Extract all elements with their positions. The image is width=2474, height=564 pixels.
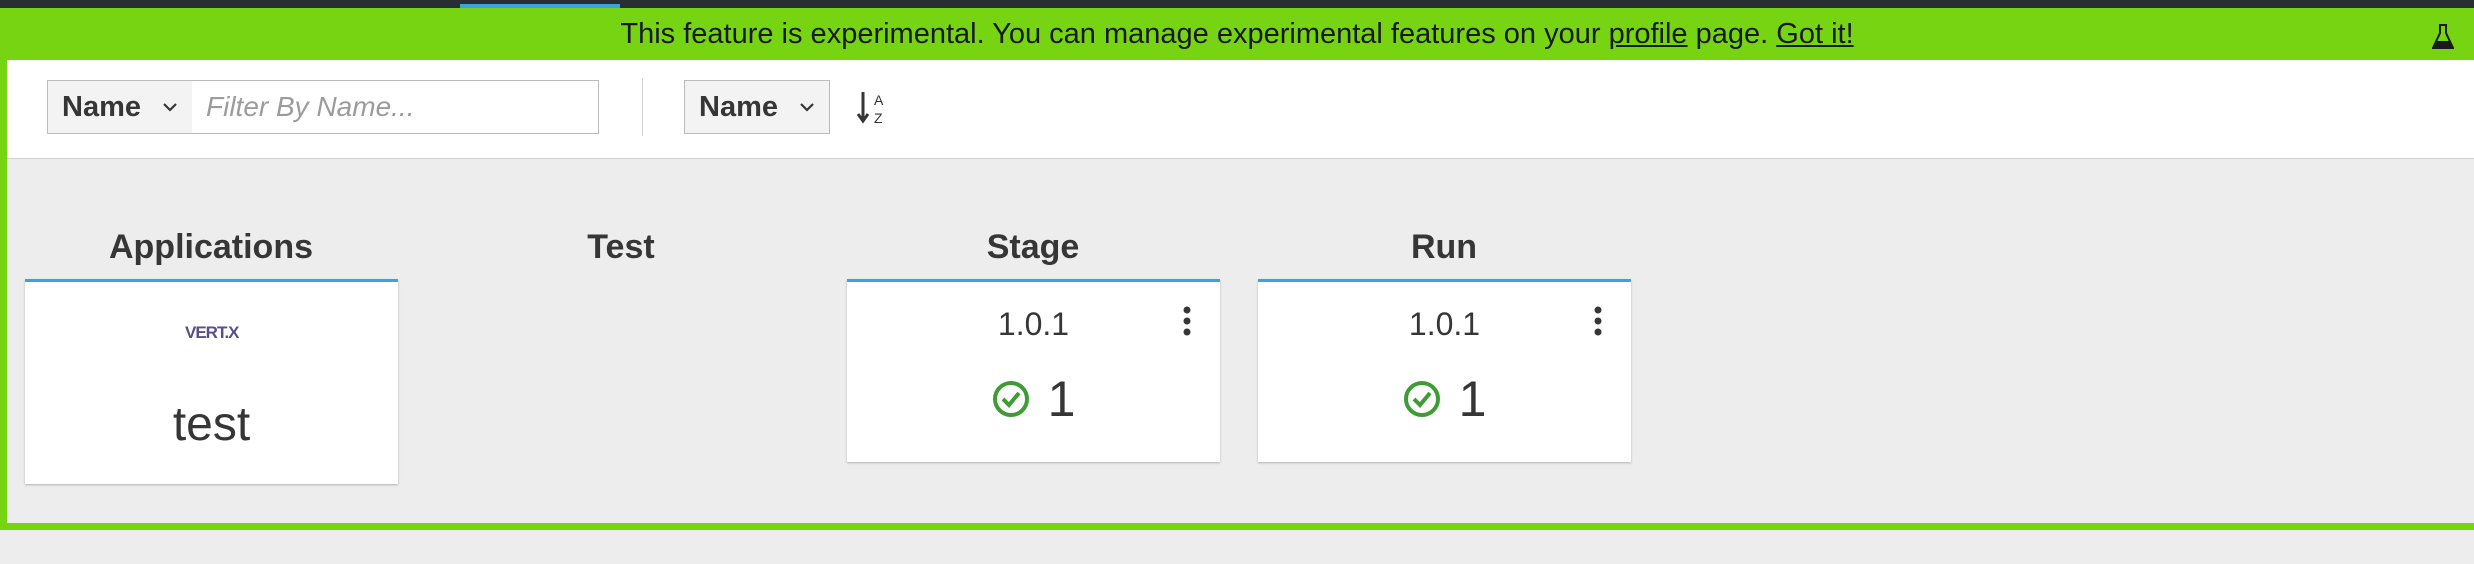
banner-text: This feature is experimental. You can ma… — [620, 17, 1601, 50]
flask-icon[interactable] — [2432, 24, 2454, 50]
filter-field-dropdown[interactable]: Name — [47, 80, 193, 134]
kebab-menu-icon[interactable] — [1182, 306, 1192, 336]
application-name: test — [172, 398, 251, 451]
profile-link[interactable]: profile — [1609, 18, 1688, 51]
filter-field-label: Name — [62, 90, 141, 123]
check-circle-icon — [992, 381, 1029, 417]
check-circle-icon — [1403, 381, 1440, 417]
column-title-run: Run — [1410, 228, 1478, 266]
stage-version: 1.0.1 — [997, 306, 1070, 342]
stage-pod-count: 1 — [1047, 371, 1076, 427]
sort-alpha-asc-icon[interactable]: A Z — [857, 88, 897, 128]
chevron-down-icon — [163, 103, 177, 112]
toolbar-divider — [642, 78, 643, 136]
svg-text:A: A — [874, 92, 884, 108]
got-it-link[interactable]: Got it! — [1776, 18, 1853, 51]
svg-text:Z: Z — [874, 110, 883, 126]
top-nav-bar — [0, 0, 2474, 8]
run-pod-status: 1 — [1258, 370, 1631, 428]
banner-text-after: page. — [1695, 17, 1769, 50]
sort-field-label: Name — [699, 90, 778, 123]
stage-deployment-card[interactable]: 1.0.1 1 — [847, 279, 1220, 462]
column-title-test: Test — [587, 228, 655, 266]
vertx-logo: VERT.X — [185, 323, 239, 342]
experimental-banner: This feature is experimental. You can ma… — [0, 8, 2474, 60]
sort-field-dropdown[interactable]: Name — [684, 80, 830, 134]
run-deployment-card[interactable]: 1.0.1 1 — [1258, 279, 1631, 462]
filter-name-input[interactable] — [192, 80, 599, 134]
kebab-menu-icon[interactable] — [1593, 306, 1603, 336]
filter-toolbar: Name Name A Z — [7, 60, 2474, 159]
run-version: 1.0.1 — [1408, 306, 1481, 342]
run-pod-count: 1 — [1458, 371, 1487, 427]
stage-pod-status: 1 — [847, 370, 1220, 428]
column-title-applications: Applications — [108, 228, 314, 266]
chevron-down-icon — [800, 103, 814, 112]
column-title-stage: Stage — [986, 228, 1080, 266]
application-card[interactable]: VERT.X test — [25, 279, 398, 484]
vertx-logo-text: VERT.X — [185, 323, 239, 342]
